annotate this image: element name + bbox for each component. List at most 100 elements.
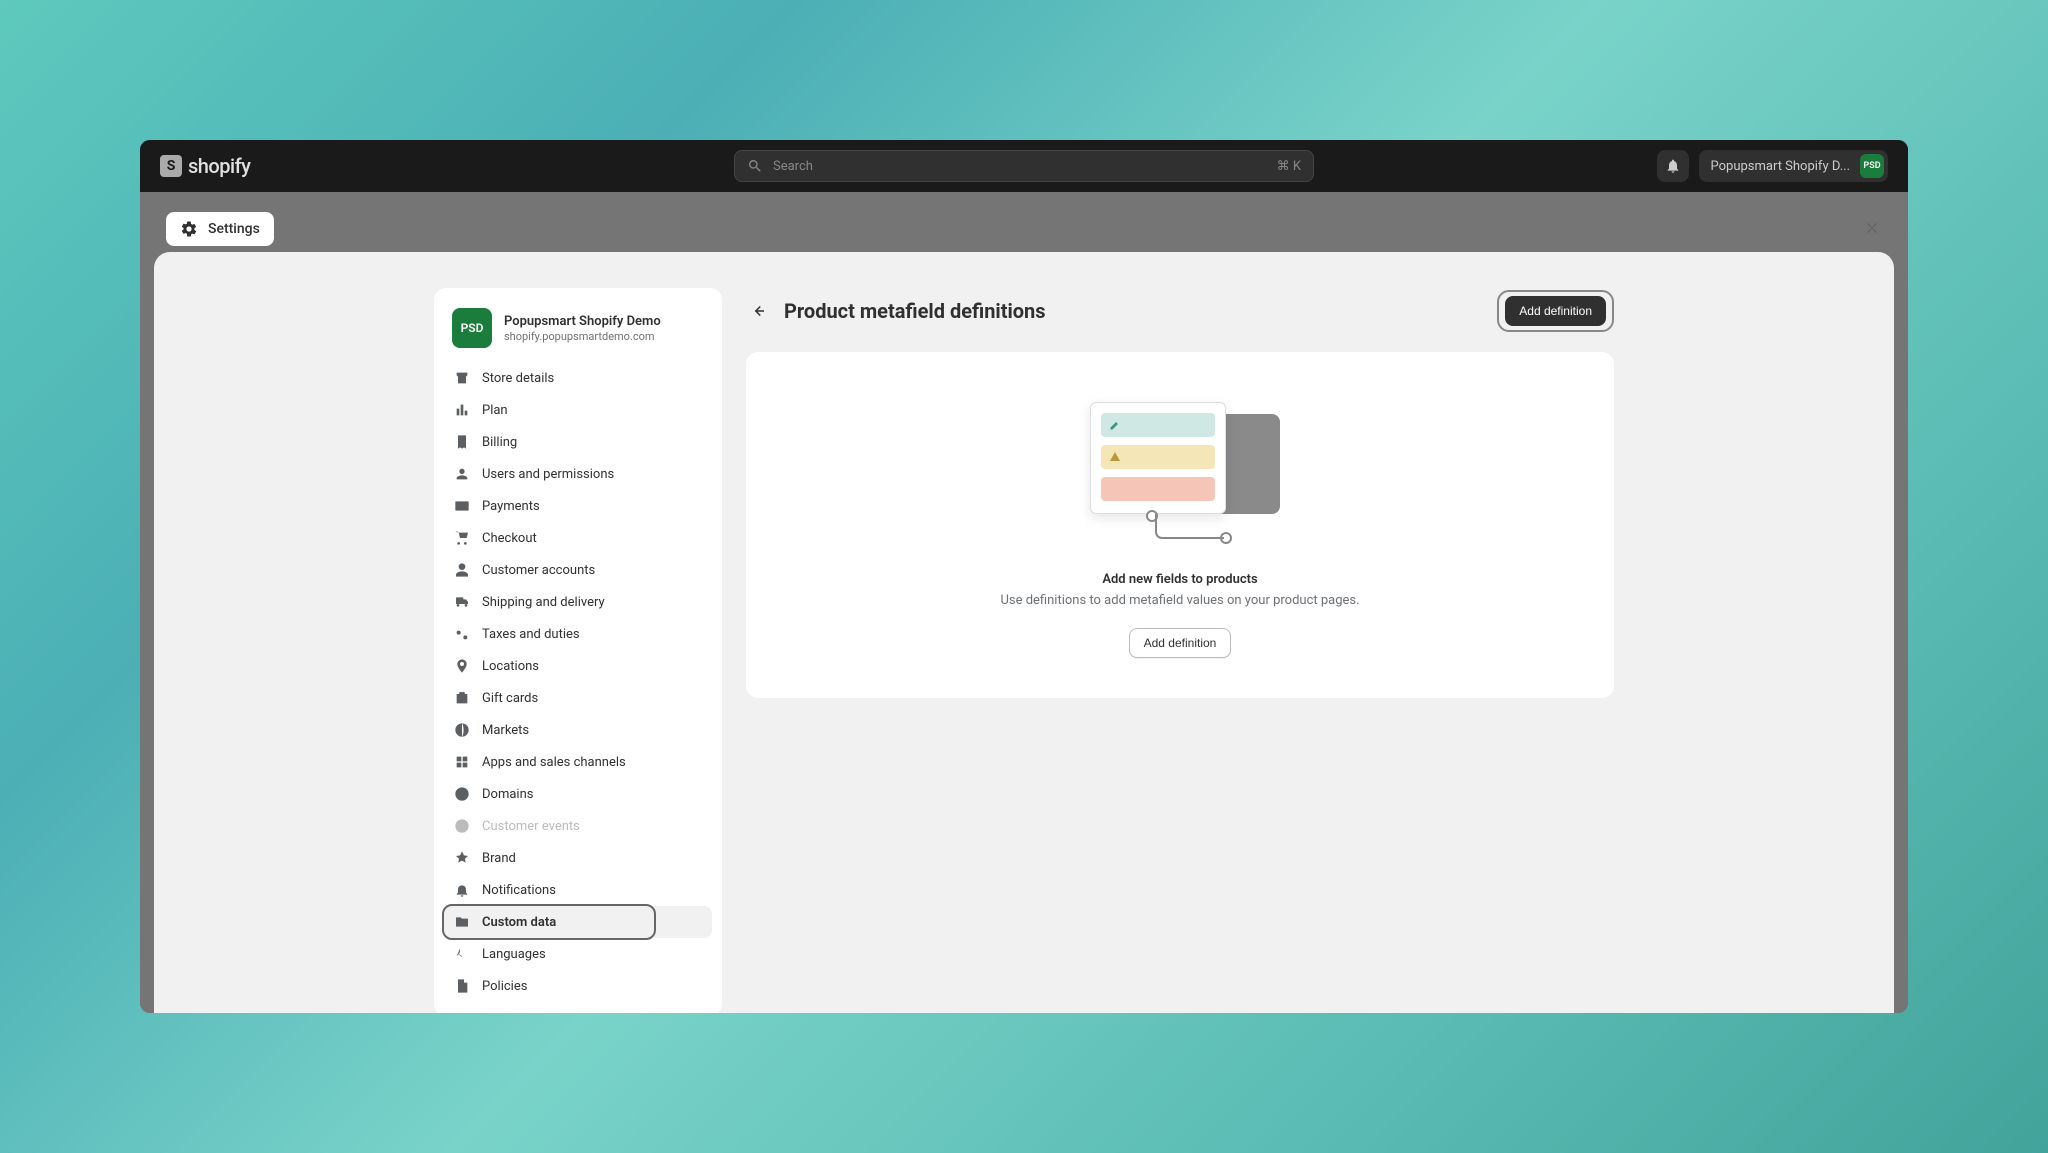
- store-header[interactable]: PSD Popupsmart Shopify Demo shopify.popu…: [444, 302, 712, 362]
- sidebar-item-label: Customer accounts: [482, 563, 595, 578]
- sidebar-item-customer-accounts[interactable]: Customer accounts: [444, 554, 712, 586]
- add-definition-button[interactable]: Add definition: [1505, 296, 1606, 326]
- sidebar-item-label: Shipping and delivery: [482, 595, 605, 610]
- cart-icon: [454, 530, 470, 546]
- sidebar-item-label: Languages: [482, 947, 546, 962]
- sidebar-item-taxes[interactable]: Taxes and duties: [444, 618, 712, 650]
- apps-icon: [454, 754, 470, 770]
- sidebar-item-domains[interactable]: Domains: [444, 778, 712, 810]
- sidebar-item-users[interactable]: Users and permissions: [444, 458, 712, 490]
- store-avatar: PSD: [452, 308, 492, 348]
- chart-icon: [454, 402, 470, 418]
- card-icon: [454, 498, 470, 514]
- sidebar-item-label: Custom data: [482, 915, 556, 930]
- users-icon: [454, 466, 470, 482]
- sidebar-item-label: Markets: [482, 723, 529, 738]
- folder-icon: [454, 914, 470, 930]
- person-icon: [454, 562, 470, 578]
- empty-state-description: Use definitions to add metafield values …: [1000, 593, 1359, 608]
- doc-icon: [454, 978, 470, 994]
- sidebar-item-label: Plan: [482, 403, 508, 418]
- brand-logo[interactable]: shopify: [160, 154, 250, 178]
- sidebar-item-checkout[interactable]: Checkout: [444, 522, 712, 554]
- profile-avatar: PSD: [1860, 154, 1884, 178]
- sidebar-item-payments[interactable]: Payments: [444, 490, 712, 522]
- sidebar-item-label: Billing: [482, 435, 517, 450]
- sidebar-item-label: Store details: [482, 371, 554, 386]
- settings-breadcrumb[interactable]: Settings: [166, 212, 274, 246]
- search-placeholder: Search: [773, 159, 1267, 174]
- sidebar-item-label: Brand: [482, 851, 516, 866]
- profile-label: Popupsmart Shopify D...: [1711, 159, 1851, 174]
- truck-icon: [454, 594, 470, 610]
- sidebar-item-label: Payments: [482, 499, 540, 514]
- search-icon: [747, 158, 763, 174]
- sidebar-item-label: Gift cards: [482, 691, 538, 706]
- globe-icon: [454, 722, 470, 738]
- sidebar-item-billing[interactable]: Billing: [444, 426, 712, 458]
- sidebar-item-languages[interactable]: Languages: [444, 938, 712, 970]
- back-button[interactable]: [746, 299, 770, 323]
- main-content: Product metafield definitions Add defini…: [746, 288, 1614, 1013]
- notifications-button[interactable]: [1657, 150, 1689, 182]
- sidebar-item-plan[interactable]: Plan: [444, 394, 712, 426]
- sidebar-item-label: Apps and sales channels: [482, 755, 626, 770]
- sidebar-item-gift-cards[interactable]: Gift cards: [444, 682, 712, 714]
- gear-icon: [180, 220, 198, 238]
- empty-state-card: Add new fields to products Use definitio…: [746, 352, 1614, 698]
- close-button[interactable]: [1860, 216, 1884, 240]
- bell-icon: [454, 882, 470, 898]
- receipt-icon: [454, 434, 470, 450]
- sidebar-item-notifications[interactable]: Notifications: [444, 874, 712, 906]
- add-definition-secondary-button[interactable]: Add definition: [1129, 628, 1232, 658]
- paint-icon: [454, 850, 470, 866]
- settings-panel: PSD Popupsmart Shopify Demo shopify.popu…: [154, 252, 1894, 1013]
- bell-icon: [1665, 158, 1681, 174]
- sidebar-item-shipping[interactable]: Shipping and delivery: [444, 586, 712, 618]
- panel-header: Product metafield definitions Add defini…: [746, 288, 1614, 352]
- empty-state-title: Add new fields to products: [1102, 572, 1257, 587]
- content-wrap: PSD Popupsmart Shopify Demo shopify.popu…: [434, 252, 1614, 1013]
- globe-icon: [454, 786, 470, 802]
- gift-icon: [454, 690, 470, 706]
- breadcrumb-label: Settings: [208, 221, 260, 237]
- sidebar-item-markets[interactable]: Markets: [444, 714, 712, 746]
- add-definition-highlight: Add definition: [1497, 290, 1614, 332]
- sidebar-item-label: Customer events: [482, 819, 580, 834]
- brand-name: shopify: [188, 154, 250, 178]
- store-info: Popupsmart Shopify Demo shopify.popupsma…: [504, 314, 661, 343]
- target-icon: [454, 818, 470, 834]
- sidebar-item-brand[interactable]: Brand: [444, 842, 712, 874]
- sidebar-item-label: Notifications: [482, 883, 556, 898]
- search-shortcut: ⌘ K: [1277, 159, 1301, 174]
- sidebar-item-customer-events[interactable]: Customer events: [444, 810, 712, 842]
- sidebar-item-label: Locations: [482, 659, 539, 674]
- store-domain: shopify.popupsmartdemo.com: [504, 330, 661, 343]
- sidebar-item-locations[interactable]: Locations: [444, 650, 712, 682]
- sidebar-item-apps[interactable]: Apps and sales channels: [444, 746, 712, 778]
- search-input[interactable]: Search ⌘ K: [734, 150, 1314, 182]
- sidebar-item-label: Checkout: [482, 531, 537, 546]
- sidebar-item-label: Domains: [482, 787, 533, 802]
- empty-state-illustration: [1090, 402, 1270, 552]
- sidebar-item-store-details[interactable]: Store details: [444, 362, 712, 394]
- app-window: shopify Search ⌘ K Popupsmart Shopify D.…: [140, 140, 1908, 1013]
- pin-icon: [454, 658, 470, 674]
- sidebar-item-custom-data[interactable]: Custom data: [444, 906, 712, 938]
- percent-icon: [454, 626, 470, 642]
- sidebar-item-policies[interactable]: Policies: [444, 970, 712, 1002]
- close-icon: [1863, 219, 1881, 237]
- sidebar-item-label: Policies: [482, 979, 527, 994]
- store-icon: [454, 370, 470, 386]
- page-title: Product metafield definitions: [784, 299, 1483, 323]
- top-bar: shopify Search ⌘ K Popupsmart Shopify D.…: [140, 140, 1908, 192]
- topbar-right: Popupsmart Shopify D... PSD: [1657, 150, 1889, 182]
- sidebar-item-label: Taxes and duties: [482, 627, 580, 642]
- profile-menu[interactable]: Popupsmart Shopify D... PSD: [1699, 150, 1889, 182]
- sidebar-item-label: Users and permissions: [482, 467, 614, 482]
- shopify-bag-icon: [160, 155, 182, 177]
- language-icon: [454, 946, 470, 962]
- settings-sidebar: PSD Popupsmart Shopify Demo shopify.popu…: [434, 288, 722, 1013]
- arrow-left-icon: [749, 302, 767, 320]
- store-name: Popupsmart Shopify Demo: [504, 314, 661, 329]
